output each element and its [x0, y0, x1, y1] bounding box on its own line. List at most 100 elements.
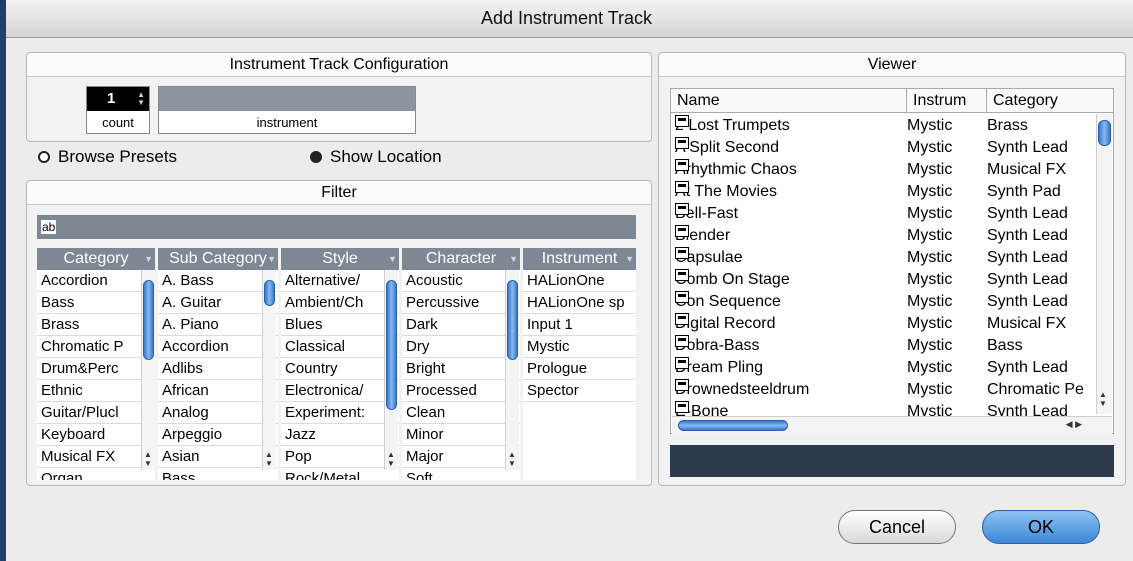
list-item[interactable]: Mystic [523, 336, 636, 358]
instrument-field[interactable]: instrument [158, 86, 416, 134]
name-column-header[interactable]: Name [671, 89, 907, 113]
column-menu-icon[interactable]: ▼ [509, 248, 518, 270]
list-item[interactable]: Blues [281, 314, 399, 336]
list-item[interactable]: Clean [402, 402, 520, 424]
list-item[interactable]: Brass [37, 314, 155, 336]
preset-row[interactable]: Dobra-Bass Mystic Bass [671, 335, 1101, 357]
list-item[interactable]: Acoustic [402, 270, 520, 292]
list-item[interactable]: Classical [281, 336, 399, 358]
list-item[interactable]: Drum&Perc [37, 358, 155, 380]
list-item[interactable]: Bright [402, 358, 520, 380]
list-item[interactable]: HALionOne sp [523, 292, 636, 314]
list-item[interactable]: Soft [402, 468, 520, 480]
preset-row[interactable]: Dream Pling Mystic Synth Lead [671, 357, 1101, 379]
list-item[interactable]: Bass [158, 468, 278, 480]
column-header[interactable]: Category ▼ [37, 248, 155, 270]
show-location-radio[interactable]: Show Location [310, 147, 442, 167]
list-item[interactable]: Input 1 [523, 314, 636, 336]
list-item[interactable]: Keyboard [37, 424, 155, 446]
list-item[interactable]: Processed [402, 380, 520, 402]
browse-presets-radio[interactable]: Browse Presets [38, 147, 177, 167]
list-item[interactable]: Pop [281, 446, 399, 468]
preset-row[interactable]: Drownedsteeldrum Mystic Chromatic Pe [671, 379, 1101, 401]
scroll-arrows-icon[interactable]: ▲ ▼ [265, 450, 273, 468]
column-header[interactable]: Sub Category ▼ [158, 248, 278, 270]
list-item[interactable]: Percussive [402, 292, 520, 314]
preset-list-vscrollbar[interactable]: ▲ ▼ [1096, 114, 1112, 414]
list-item[interactable]: A. Guitar [158, 292, 278, 314]
list-item[interactable]: Major [402, 446, 520, 468]
list-item[interactable]: Guitar/Plucl [37, 402, 155, 424]
preset-row[interactable]: Capsulae Mystic Synth Lead [671, 247, 1101, 269]
list-item[interactable]: Ethnic [37, 380, 155, 402]
list-item[interactable]: Country [281, 358, 399, 380]
scroll-thumb[interactable] [143, 280, 154, 360]
list-item[interactable]: Musical FX [37, 446, 155, 468]
title-bar[interactable]: Add Instrument Track [0, 0, 1133, 38]
preset-row[interactable]: Con Sequence Mystic Synth Lead [671, 291, 1101, 313]
cancel-button[interactable]: Cancel [838, 510, 956, 544]
preset-list-hscrollbar[interactable]: ◀ ▶ [672, 416, 1112, 434]
list-item[interactable]: Accordion [37, 270, 155, 292]
list-item[interactable]: Ambient/Ch [281, 292, 399, 314]
list-item[interactable]: Prologue [523, 358, 636, 380]
preset-row[interactable]: Comb On Stage Mystic Synth Lead [671, 269, 1101, 291]
column-menu-icon[interactable]: ▼ [144, 248, 153, 270]
scroll-thumb[interactable] [1098, 120, 1111, 146]
scroll-thumb[interactable] [386, 280, 397, 410]
count-stepper-icon[interactable]: ▲ ▼ [137, 91, 145, 107]
ok-button[interactable]: OK [982, 510, 1100, 544]
category-column-header[interactable]: Category [987, 89, 1113, 113]
preset-row[interactable]: Bell-Fast Mystic Synth Lead [671, 203, 1101, 225]
preset-row[interactable]: Arhythmic Chaos Mystic Musical FX [671, 159, 1101, 181]
category-scrollbar[interactable]: ▲ ▼ [141, 270, 155, 470]
column-menu-icon[interactable]: ▼ [388, 248, 397, 270]
column-header[interactable]: Character ▼ [402, 248, 520, 270]
list-item[interactable]: A. Piano [158, 314, 278, 336]
scroll-arrows-icon[interactable]: ▲ ▼ [387, 450, 395, 468]
list-item[interactable]: Dry [402, 336, 520, 358]
list-item[interactable]: Alternative/ [281, 270, 399, 292]
list-item[interactable]: African [158, 380, 278, 402]
preset-row[interactable]: 2 Lost Trumpets Mystic Brass [671, 115, 1101, 137]
list-item[interactable]: Rock/Metal [281, 468, 399, 480]
list-item[interactable]: Analog [158, 402, 278, 424]
list-item[interactable]: Chromatic P [37, 336, 155, 358]
scroll-thumb[interactable] [678, 420, 788, 431]
style-scrollbar[interactable]: ▲ ▼ [384, 270, 398, 470]
instrument-value[interactable] [159, 87, 415, 111]
preset-row[interactable]: Digital Record Mystic Musical FX [671, 313, 1101, 335]
list-item[interactable]: A. Bass [158, 270, 278, 292]
list-item[interactable]: Electronica/ [281, 380, 399, 402]
scroll-arrows-icon[interactable]: ◀ ▶ [1066, 419, 1082, 430]
scroll-thumb[interactable] [507, 280, 518, 360]
list-item[interactable]: Organ [37, 468, 155, 480]
filter-search-bar[interactable]: ab [37, 215, 636, 239]
scroll-thumb[interactable] [264, 280, 275, 306]
list-item[interactable]: Adlibs [158, 358, 278, 380]
scroll-arrows-icon[interactable]: ▲ ▼ [1099, 390, 1107, 408]
list-item[interactable]: Dark [402, 314, 520, 336]
character-scrollbar[interactable]: ▲ ▼ [505, 270, 519, 470]
list-item[interactable]: Bass [37, 292, 155, 314]
column-header[interactable]: Style ▼ [281, 248, 399, 270]
list-item[interactable]: Spector [523, 380, 636, 402]
list-item[interactable]: Asian [158, 446, 278, 468]
scroll-arrows-icon[interactable]: ▲ ▼ [144, 450, 152, 468]
preset-row[interactable]: Blender Mystic Synth Lead [671, 225, 1101, 247]
sub-category-scrollbar[interactable]: ▲ ▼ [262, 270, 276, 470]
list-item[interactable]: Experiment: [281, 402, 399, 424]
text-filter-icon[interactable]: ab [41, 220, 57, 234]
column-header[interactable]: Instrument ▼ [523, 248, 636, 270]
preset-row[interactable]: At The Movies Mystic Synth Pad [671, 181, 1101, 203]
list-item[interactable]: HALionOne [523, 270, 636, 292]
list-item[interactable]: Minor [402, 424, 520, 446]
column-menu-icon[interactable]: ▼ [625, 248, 634, 270]
preset-row[interactable]: A Split Second Mystic Synth Lead [671, 137, 1101, 159]
list-item[interactable]: Jazz [281, 424, 399, 446]
count-field[interactable]: 1 ▲ ▼ count [86, 86, 150, 134]
list-item[interactable]: Accordion [158, 336, 278, 358]
list-item[interactable]: Arpeggio [158, 424, 278, 446]
instrument-column-header[interactable]: Instrum [907, 89, 987, 113]
scroll-arrows-icon[interactable]: ▲ ▼ [508, 450, 516, 468]
